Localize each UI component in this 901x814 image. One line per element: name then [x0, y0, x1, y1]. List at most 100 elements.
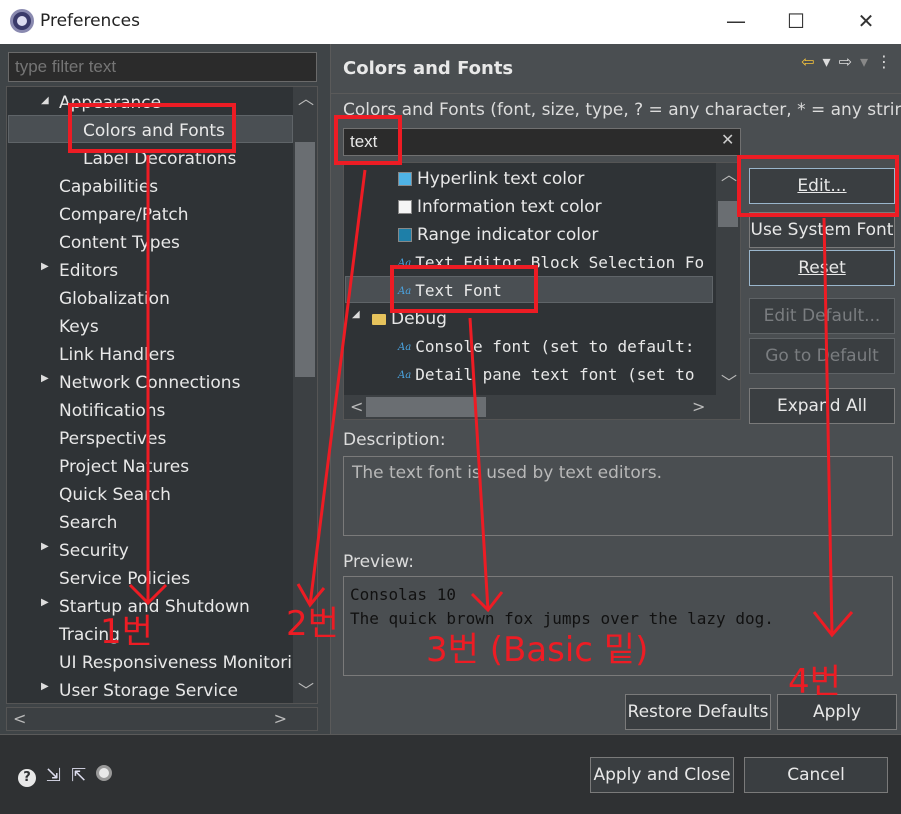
annotation-step4: 4번	[788, 662, 841, 702]
annotation-box-text-font	[390, 265, 538, 313]
scroll-thumb[interactable]	[295, 142, 315, 377]
tree-item-perspectives[interactable]: Perspectives	[59, 425, 166, 453]
scroll-left-icon[interactable]: <	[350, 397, 363, 417]
annotation-box-colors-and-fonts	[68, 103, 236, 153]
tree-item-keys[interactable]: Keys	[59, 313, 99, 341]
forward-menu-icon[interactable]: ▾	[860, 52, 868, 71]
folder-icon	[372, 313, 386, 325]
expanded-triangle-icon[interactable]: ◢	[41, 95, 49, 106]
edit-default-button[interactable]: Edit Default...	[749, 298, 895, 334]
tree-item-service-policies[interactable]: Service Policies	[59, 565, 190, 593]
collapsed-triangle-icon[interactable]: ▶	[41, 261, 49, 272]
export-icon[interactable]: ⇱	[71, 765, 86, 786]
description-label: Description:	[343, 430, 446, 450]
scroll-left-icon[interactable]: <	[13, 709, 26, 729]
close-button[interactable]: ✕	[846, 6, 886, 36]
expand-all-label: Expand All	[776, 396, 868, 416]
collapsed-triangle-icon[interactable]: ▶	[41, 373, 49, 384]
go-to-default-label: Go to Default	[765, 346, 879, 366]
scroll-thumb[interactable]	[366, 397, 486, 417]
back-menu-icon[interactable]: ▾	[823, 52, 831, 71]
forward-arrow-icon[interactable]: ⇨	[839, 52, 852, 71]
tree-item-user-storage-service[interactable]: User Storage Service	[59, 677, 238, 703]
reset-label: Reset	[798, 258, 846, 278]
window-title: Preferences	[40, 11, 140, 31]
annotation-step3: 3번 (Basic 밑)	[426, 630, 649, 670]
eclipse-icon	[10, 9, 34, 33]
tree-item-startup-and-shutdown[interactable]: Startup and Shutdown	[59, 593, 250, 621]
tree-item-editors[interactable]: Editors	[59, 257, 118, 285]
tree-item-globalization[interactable]: Globalization	[59, 285, 170, 313]
import-icon[interactable]: ⇲	[46, 765, 61, 786]
tree-item-console-font[interactable]: Aa Console font (set to default:	[398, 333, 695, 361]
footer-icons: ? ⇲ ⇱	[18, 765, 122, 787]
font-icon: Aa	[398, 341, 412, 353]
tree-item-quick-search[interactable]: Quick Search	[59, 481, 171, 509]
minimize-button[interactable]: —	[716, 6, 756, 36]
tree-item-detail-pane-font[interactable]: Aa Detail pane text font (set to	[398, 361, 695, 389]
apply-and-close-label: Apply and Close	[593, 765, 731, 785]
description-text: The text font is used by text editors.	[343, 456, 893, 536]
reset-button[interactable]: Reset	[749, 250, 895, 286]
oomph-icon[interactable]	[96, 765, 113, 781]
history-nav: ⇦ ▾ ⇨ ▾ ⋮	[793, 52, 892, 71]
expand-all-button[interactable]: Expand All	[749, 388, 895, 424]
annotation-step2: 2번	[286, 604, 339, 644]
preview-label: Preview:	[343, 552, 414, 572]
scroll-up-icon[interactable]: ︿	[298, 89, 314, 109]
tree-item-ui-responsiveness[interactable]: UI Responsiveness Monitoring	[59, 649, 314, 677]
colors-filter-input[interactable]	[343, 128, 741, 156]
preferences-tree: ◢ Appearance Colors and Fonts Label Deco…	[6, 86, 318, 704]
cancel-button[interactable]: Cancel	[744, 757, 888, 793]
collapsed-triangle-icon[interactable]: ▶	[41, 597, 49, 608]
tree-item-link-handlers[interactable]: Link Handlers	[59, 341, 175, 369]
page-header: Colors and Fonts ⇦ ▾ ⇨ ▾ ⋮	[331, 44, 901, 94]
color-swatch-icon	[398, 172, 412, 186]
tree-item-label: Hyperlink text color	[417, 169, 585, 189]
scroll-down-icon[interactable]: ﹀	[721, 373, 737, 393]
apply-label: Apply	[813, 702, 861, 722]
tree-item-hyperlink-text-color[interactable]: Hyperlink text color	[398, 165, 584, 193]
cancel-label: Cancel	[787, 765, 845, 785]
tree-item-information-text-color[interactable]: Information text color	[398, 193, 602, 221]
scroll-up-icon[interactable]: ︿	[721, 165, 737, 185]
maximize-button[interactable]: ☐	[776, 6, 816, 36]
filter-description-label: Colors and Fonts (font, size, type, ? = …	[343, 100, 901, 120]
annotation-box-filter	[334, 115, 402, 165]
collapsed-triangle-icon[interactable]: ▶	[41, 541, 49, 552]
tree-item-notifications[interactable]: Notifications	[59, 397, 165, 425]
title-bar: Preferences — ☐ ✕	[0, 0, 901, 44]
apply-and-close-button[interactable]: Apply and Close	[590, 757, 734, 793]
tree-item-label: Range indicator color	[417, 225, 599, 245]
back-arrow-icon[interactable]: ⇦	[801, 52, 814, 71]
scroll-right-icon[interactable]: >	[692, 397, 705, 417]
color-swatch-icon	[398, 228, 412, 242]
expanded-triangle-icon[interactable]: ◢	[352, 309, 360, 320]
tree-item-label: Information text color	[417, 197, 602, 217]
tree-item-search[interactable]: Search	[59, 509, 117, 537]
dialog-footer: ? ⇲ ⇱ Apply and Close Cancel	[0, 734, 901, 814]
tree-item-compare-patch[interactable]: Compare/Patch	[59, 201, 189, 229]
clear-icon[interactable]: ✕	[721, 130, 734, 149]
use-system-font-button[interactable]: Use System Font	[749, 212, 895, 248]
tree-item-content-types[interactable]: Content Types	[59, 229, 180, 257]
filter-input[interactable]	[8, 52, 317, 82]
colors-tree-horizontal-scrollbar[interactable]: < >	[344, 395, 740, 419]
collapsed-triangle-icon[interactable]: ▶	[41, 681, 49, 692]
color-swatch-icon	[398, 200, 412, 214]
tree-item-security[interactable]: Security	[59, 537, 129, 565]
restore-defaults-button[interactable]: Restore Defaults	[625, 694, 771, 730]
view-menu-icon[interactable]: ⋮	[876, 52, 892, 71]
scroll-down-icon[interactable]: ﹀	[298, 681, 314, 701]
tree-item-label: Console font (set to default:	[415, 337, 695, 356]
scroll-right-icon[interactable]: >	[274, 709, 287, 729]
go-to-default-button[interactable]: Go to Default	[749, 338, 895, 374]
preview-font-name: Consolas 10	[350, 585, 456, 604]
help-icon[interactable]: ?	[18, 769, 36, 787]
scroll-thumb[interactable]	[718, 201, 738, 227]
tree-item-project-natures[interactable]: Project Natures	[59, 453, 189, 481]
tree-item-range-indicator-color[interactable]: Range indicator color	[398, 221, 598, 249]
tree-item-capabilities[interactable]: Capabilities	[59, 173, 158, 201]
tree-item-network-connections[interactable]: Network Connections	[59, 369, 240, 397]
tree-horizontal-scrollbar[interactable]: < >	[6, 707, 318, 731]
